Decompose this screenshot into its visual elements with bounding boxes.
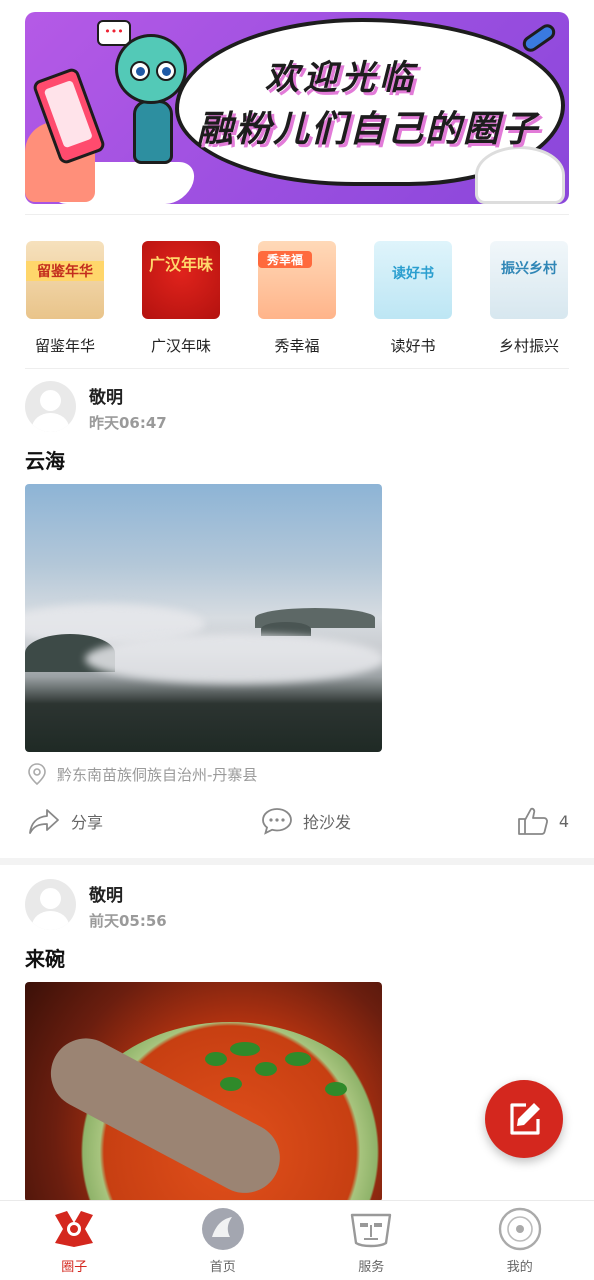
bottom-nav: 圈子 首页 服务 我的 — [0, 1200, 594, 1280]
category-thumbnail: 振兴乡村 — [490, 241, 568, 319]
category-label: 乡村振兴 — [498, 337, 559, 355]
post-title[interactable]: 来碗 — [25, 943, 65, 972]
category-thumbnail: 秀幸福 — [258, 241, 336, 319]
category-item[interactable]: 广汉年味 广汉年味 — [141, 241, 221, 357]
nav-item-circle[interactable]: 圈子 — [0, 1201, 149, 1280]
category-row: 留鉴年华 留鉴年华 广汉年味 广汉年味 秀幸福 秀幸福 读好书 读好书 振兴乡村… — [25, 241, 569, 357]
banner-mascot — [115, 34, 187, 104]
banner-title-line1: 欢迎光临 — [265, 58, 417, 98]
post-title[interactable]: 云海 — [25, 445, 65, 474]
avatar[interactable] — [25, 879, 76, 930]
profile-disc-icon — [497, 1207, 543, 1251]
comment-label: 抢沙发 — [303, 813, 352, 832]
post-author[interactable]: 敬明 — [89, 383, 123, 408]
thumbs-up-icon — [517, 807, 548, 835]
nav-item-home[interactable]: 首页 — [149, 1201, 298, 1280]
share-label: 分享 — [71, 813, 104, 832]
banner-title-line2: 融粉儿们自己的圈子 — [197, 109, 540, 150]
comment-bubble-icon — [262, 808, 292, 835]
nav-item-service[interactable]: 服务 — [297, 1201, 446, 1280]
share-button[interactable]: 分享 — [27, 805, 103, 837]
post-card: 敬明 昨天06:47 云海 黔东南苗族侗族自治州-丹寨县 分享 抢沙发 4 — [25, 381, 569, 841]
divider — [25, 214, 569, 215]
post-image[interactable] — [25, 484, 382, 752]
category-label: 广汉年味 — [150, 337, 211, 355]
compose-post-button[interactable] — [485, 1080, 563, 1158]
banner-mascot-body — [133, 100, 173, 164]
category-label: 留鉴年华 — [34, 337, 95, 355]
edit-icon — [510, 1103, 540, 1135]
nav-label: 圈子 — [61, 1260, 88, 1275]
category-item[interactable]: 读好书 读好书 — [373, 241, 453, 357]
divider — [25, 368, 569, 369]
category-thumbnail: 广汉年味 — [142, 241, 220, 319]
comment-button[interactable]: 抢沙发 — [261, 805, 351, 837]
post-location[interactable]: 黔东南苗族侗族自治州-丹寨县 — [27, 763, 257, 785]
location-pin-icon — [28, 763, 46, 785]
post-separator — [0, 858, 594, 865]
post-actions: 分享 抢沙发 4 — [25, 805, 569, 837]
nav-label: 我的 — [506, 1260, 533, 1275]
post-image[interactable] — [25, 982, 382, 1200]
share-arrow-icon — [29, 809, 59, 834]
post-author[interactable]: 敬明 — [89, 881, 123, 906]
post-card: 敬明 前天05:56 来碗 — [25, 879, 569, 1200]
category-thumbnail: 留鉴年华 — [26, 241, 104, 319]
category-item[interactable]: 留鉴年华 留鉴年华 — [25, 241, 105, 357]
avatar[interactable] — [25, 381, 76, 432]
post-time: 前天05:56 — [89, 912, 167, 930]
circle-logo-icon — [51, 1207, 97, 1251]
nav-label: 首页 — [209, 1260, 236, 1275]
like-button[interactable]: 4 — [517, 805, 569, 837]
nav-label: 服务 — [358, 1260, 385, 1275]
rocket-icon — [519, 21, 559, 55]
category-label: 秀幸福 — [274, 337, 320, 355]
post-time: 昨天06:47 — [89, 414, 167, 432]
welcome-banner[interactable]: ••• 欢迎光临 融粉儿们自己的圈子 — [25, 12, 569, 204]
like-count: 4 — [558, 811, 569, 831]
banner-cloud — [475, 146, 565, 204]
nav-item-mine[interactable]: 我的 — [446, 1201, 594, 1280]
category-label: 读好书 — [390, 337, 436, 355]
category-thumbnail: 读好书 — [374, 241, 452, 319]
category-item[interactable]: 秀幸福 秀幸福 — [257, 241, 337, 357]
mask-icon — [348, 1207, 394, 1251]
home-emblem-icon — [200, 1207, 246, 1251]
category-item[interactable]: 振兴乡村 乡村振兴 — [489, 241, 569, 357]
location-text: 黔东南苗族侗族自治州-丹寨县 — [57, 765, 258, 784]
